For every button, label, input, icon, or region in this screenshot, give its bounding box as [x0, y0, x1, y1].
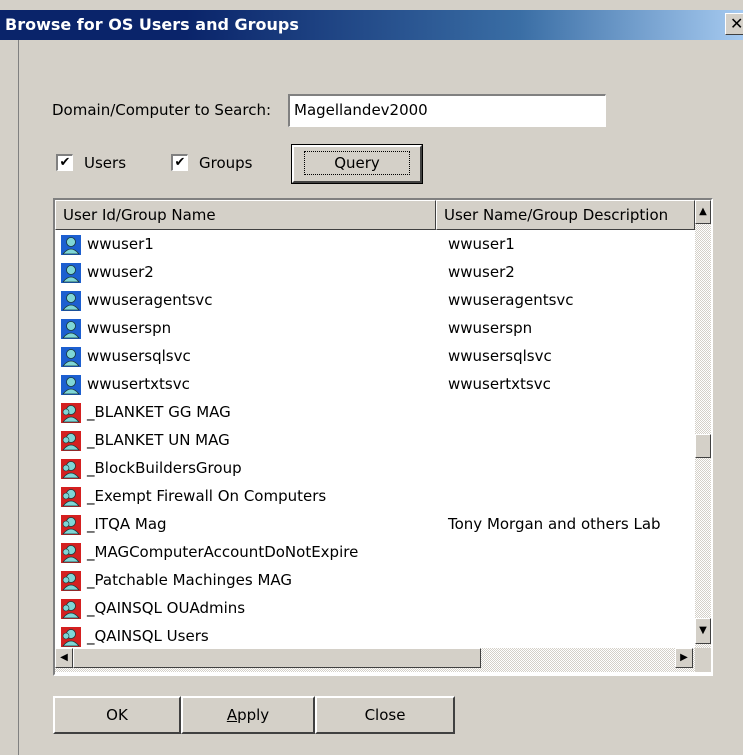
check-icon: ✔: [174, 155, 186, 170]
group-icon: [61, 403, 81, 423]
group-icon: [61, 543, 81, 563]
list-item[interactable]: wwuserspn wwuserspn: [55, 315, 695, 343]
domain-input[interactable]: Magellandev2000: [288, 94, 606, 127]
list-item[interactable]: _MAGComputerAccountDoNotExpire: [55, 539, 695, 567]
list-item[interactable]: _QAINSQL Users: [55, 623, 695, 648]
arrow-left-icon: ◀: [60, 652, 68, 663]
list-item[interactable]: wwuser1 wwuser1: [55, 231, 695, 259]
item-name: wwuser1: [87, 235, 154, 253]
dialog-window: Browse for OS Users and Groups ✕ Domain/…: [0, 0, 743, 755]
scrollbar-corner: [695, 648, 711, 672]
group-icon: [61, 627, 81, 647]
check-icon: ✔: [59, 155, 71, 170]
list-item[interactable]: _ITQA Mag Tony Morgan and others Lab: [55, 511, 695, 539]
title-bar[interactable]: Browse for OS Users and Groups ✕: [0, 10, 743, 40]
item-name: _BLANKET UN MAG: [87, 431, 230, 449]
list-item[interactable]: wwuseragentsvc wwuseragentsvc: [55, 287, 695, 315]
users-checkbox[interactable]: ✔: [56, 154, 73, 171]
item-name: _BlockBuildersGroup: [87, 459, 242, 477]
groups-checkbox-label[interactable]: Groups: [199, 154, 252, 172]
users-checkbox-label[interactable]: Users: [84, 154, 126, 172]
window-title: Browse for OS Users and Groups: [5, 15, 299, 34]
list-rows: wwuser1 wwuser1 wwuser2 wwuser2 wwuseragents…: [55, 231, 695, 648]
list-item[interactable]: wwusertxtsvc wwusertxtsvc: [55, 371, 695, 399]
item-description: Tony Morgan and others Lab: [448, 515, 661, 533]
column-header-description[interactable]: User Name/Group Description: [436, 200, 695, 230]
list-item[interactable]: _BLANKET UN MAG: [55, 427, 695, 455]
item-description: wwusersqlsvc: [448, 347, 552, 365]
list-item[interactable]: _BLANKET GG MAG: [55, 399, 695, 427]
query-button[interactable]: Query: [291, 144, 423, 184]
results-list[interactable]: User Id/Group Name User Name/Group Descr…: [53, 198, 713, 676]
arrow-down-icon: ▼: [699, 625, 707, 636]
horizontal-scrollbar[interactable]: ◀ ▶: [55, 648, 695, 672]
horizontal-scroll-thumb[interactable]: [73, 648, 481, 668]
item-description: wwuser1: [448, 235, 515, 253]
user-icon: [61, 375, 81, 395]
close-icon: ✕: [730, 14, 743, 33]
user-icon: [61, 235, 81, 255]
item-description: wwuserspn: [448, 319, 533, 337]
user-icon: [61, 291, 81, 311]
item-description: wwuser2: [448, 263, 515, 281]
ok-button[interactable]: OK: [53, 696, 181, 734]
query-button-label: Query: [304, 151, 410, 175]
group-icon: [61, 599, 81, 619]
item-description: wwuseragentsvc: [448, 291, 574, 309]
scroll-down-button[interactable]: ▼: [695, 618, 711, 644]
arrow-right-icon: ▶: [680, 652, 688, 663]
group-icon: [61, 431, 81, 451]
list-item[interactable]: _QAINSQL OUAdmins: [55, 595, 695, 623]
list-item[interactable]: wwuser2 wwuser2: [55, 259, 695, 287]
scroll-up-button[interactable]: ▲: [695, 200, 711, 224]
item-name: wwuserspn: [87, 319, 172, 337]
scroll-left-button[interactable]: ◀: [55, 648, 73, 668]
group-icon: [61, 515, 81, 535]
list-header: User Id/Group Name User Name/Group Descr…: [55, 200, 695, 230]
group-icon: [61, 487, 81, 507]
user-icon: [61, 347, 81, 367]
apply-button[interactable]: Apply: [181, 696, 315, 734]
vertical-scrollbar[interactable]: ▲ ▼: [695, 200, 711, 648]
user-icon: [61, 263, 81, 283]
item-name: wwusersqlsvc: [87, 347, 191, 365]
item-name: _MAGComputerAccountDoNotExpire: [87, 543, 359, 561]
group-icon: [61, 459, 81, 479]
user-icon: [61, 319, 81, 339]
item-name: wwusertxtsvc: [87, 375, 190, 393]
item-name: _Patchable Machinges MAG: [87, 571, 293, 589]
item-description: wwusertxtsvc: [448, 375, 551, 393]
item-name: _Exempt Firewall On Computers: [87, 487, 327, 505]
list-item[interactable]: wwusersqlsvc wwusersqlsvc: [55, 343, 695, 371]
item-name: _QAINSQL OUAdmins: [87, 599, 246, 617]
item-name: _BLANKET GG MAG: [87, 403, 231, 421]
vertical-scroll-thumb[interactable]: [695, 434, 711, 458]
item-name: _QAINSQL Users: [87, 627, 209, 645]
item-name: _ITQA Mag: [87, 515, 167, 533]
column-header-name[interactable]: User Id/Group Name: [55, 200, 436, 230]
list-item[interactable]: _Patchable Machinges MAG: [55, 567, 695, 595]
item-name: wwuser2: [87, 263, 154, 281]
list-item[interactable]: _Exempt Firewall On Computers: [55, 483, 695, 511]
list-item[interactable]: _BlockBuildersGroup: [55, 455, 695, 483]
arrow-up-icon: ▲: [699, 206, 707, 217]
close-window-button[interactable]: ✕: [725, 13, 743, 35]
group-icon: [61, 571, 81, 591]
domain-label: Domain/Computer to Search:: [52, 101, 272, 119]
scroll-right-button[interactable]: ▶: [675, 648, 693, 668]
item-name: wwuseragentsvc: [87, 291, 213, 309]
groups-checkbox[interactable]: ✔: [171, 154, 188, 171]
close-button[interactable]: Close: [315, 696, 455, 734]
